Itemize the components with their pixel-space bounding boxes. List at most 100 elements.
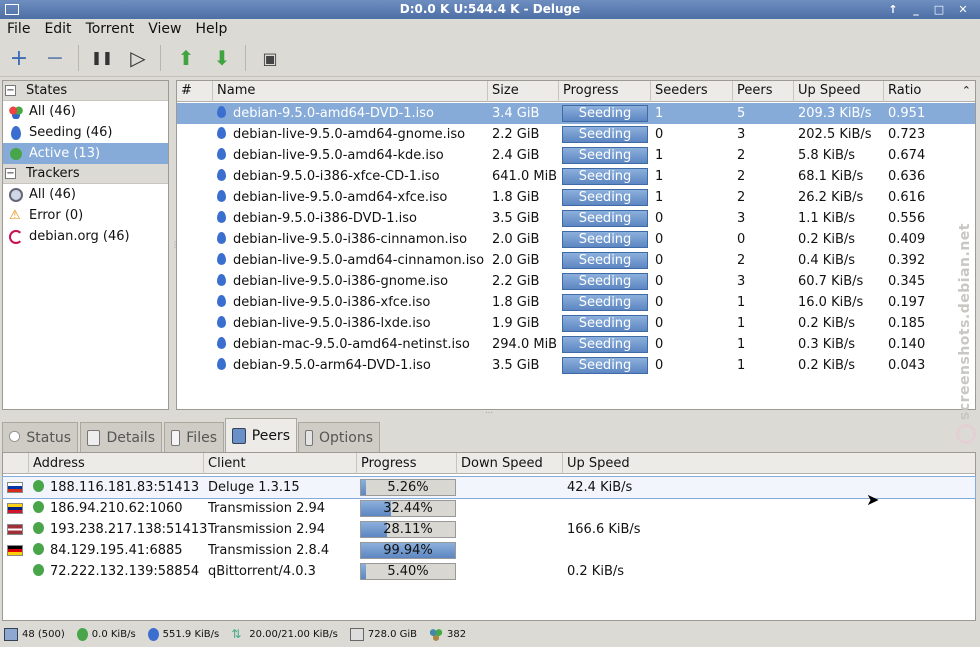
torrent-seeders-cell: 0: [655, 295, 664, 310]
sidebar-item-debian-org[interactable]: debian.org (46): [3, 226, 168, 247]
torrent-row[interactable]: debian-live-9.5.0-amd64-xfce.iso 1.8 GiB S…: [177, 187, 975, 208]
status-free-space[interactable]: 728.0 GiB: [349, 627, 417, 641]
window-up-icon[interactable]: ↑: [885, 2, 901, 17]
mouse-pointer-icon: ➤: [866, 490, 880, 509]
peer-seed-icon: [33, 543, 44, 555]
status-protocol-traffic[interactable]: ⇅ 20.00/21.00 KiB/s: [231, 627, 338, 641]
col-peer-up-speed[interactable]: Up Speed: [563, 453, 975, 474]
peer-seed-icon: [33, 501, 44, 513]
pause-button[interactable]: ❚❚: [89, 45, 115, 71]
sidebar-item-all-trackers[interactable]: All (46): [3, 184, 168, 205]
peer-down-speed-cell: [457, 477, 563, 498]
torrent-row[interactable]: debian-9.5.0-i386-DVD-1.iso 3.5 GiB Seedin…: [177, 208, 975, 229]
torrent-seeders-cell: 1: [655, 190, 664, 205]
upload-icon: [147, 627, 159, 641]
torrent-list: # Name Size Progress Seeders Peers Up Sp…: [176, 80, 976, 410]
col-size[interactable]: Size: [488, 81, 559, 102]
torrent-name: debian-live-9.5.0-amd64-gnome.iso: [233, 127, 466, 142]
resume-button[interactable]: ▷: [125, 45, 151, 71]
col-address[interactable]: Address: [29, 453, 204, 474]
torrent-row[interactable]: debian-mac-9.5.0-amd64-netinst.iso 294.0 …: [177, 334, 975, 355]
torrent-peers-cell: 2: [737, 148, 746, 163]
torrent-row[interactable]: debian-live-9.5.0-i386-lxde.iso 1.9 GiB Se…: [177, 313, 975, 334]
pane-splitter[interactable]: ⋮: [171, 240, 179, 249]
col-queue[interactable]: #: [177, 81, 213, 102]
menu-view[interactable]: View: [141, 21, 188, 37]
pane-splitter[interactable]: ⋯: [483, 409, 495, 417]
tab-peers[interactable]: Peers: [225, 418, 297, 452]
peer-row[interactable]: 84.129.195.41:6885 Transmission 2.8.4 99.9…: [3, 540, 975, 561]
details-icon: [87, 429, 101, 446]
col-progress[interactable]: Progress: [559, 81, 651, 102]
status-connections[interactable]: 48 (500): [4, 627, 65, 641]
minimize-button[interactable]: _: [908, 2, 924, 17]
torrent-row[interactable]: debian-9.5.0-arm64-DVD-1.iso 3.5 GiB Seedi…: [177, 355, 975, 376]
torrent-row[interactable]: debian-live-9.5.0-i386-xfce.iso 1.8 GiB Se…: [177, 292, 975, 313]
maximize-button[interactable]: □: [931, 2, 947, 17]
status-dht-nodes[interactable]: 382: [429, 627, 466, 641]
torrent-seeders-cell: 0: [655, 274, 664, 289]
close-button[interactable]: ✕: [955, 2, 971, 17]
col-ratio[interactable]: Ratio ⌃: [884, 81, 975, 102]
col-flag[interactable]: [3, 453, 29, 474]
queue-down-button[interactable]: ⬇: [209, 45, 235, 71]
menu-torrent[interactable]: Torrent: [79, 21, 142, 37]
status-upload-speed[interactable]: 551.9 KiB/s: [147, 627, 219, 641]
torrent-seeders-cell: 0: [655, 337, 664, 352]
menu-edit[interactable]: Edit: [37, 21, 78, 37]
trackers-header[interactable]: − Trackers: [3, 164, 168, 184]
add-torrent-button[interactable]: +: [6, 45, 32, 71]
col-peers[interactable]: Peers: [733, 81, 794, 102]
col-peer-progress[interactable]: Progress: [357, 453, 457, 474]
peer-row[interactable]: 72.222.132.139:58854 qBittorrent/4.0.3 5.4…: [3, 561, 975, 582]
menu-file[interactable]: File: [0, 21, 37, 37]
country-flag-icon: [7, 482, 23, 493]
tab-files[interactable]: Files: [164, 422, 224, 452]
peer-address: 84.129.195.41:6885: [50, 543, 183, 558]
peers-icon: [232, 427, 246, 444]
status-download-speed[interactable]: 0.0 KiB/s: [76, 627, 136, 641]
torrent-seeders-cell: 0: [655, 358, 664, 373]
torrent-ratio-cell: 0.951: [888, 106, 926, 121]
torrent-up-cell: 202.5 KiB/s: [798, 127, 872, 142]
tab-status[interactable]: Status: [2, 422, 78, 452]
peer-row[interactable]: 193.238.217.138:51413 Transmission 2.94 28…: [3, 519, 975, 540]
torrent-row[interactable]: debian-9.5.0-amd64-DVD-1.iso 3.4 GiB Seedi…: [177, 103, 975, 124]
torrent-row[interactable]: debian-9.5.0-i386-xfce-CD-1.iso 641.0 MiB…: [177, 166, 975, 187]
torrent-row[interactable]: debian-live-9.5.0-amd64-gnome.iso 2.2 GiB…: [177, 124, 975, 145]
remove-torrent-button[interactable]: −: [42, 45, 68, 71]
torrent-size-cell: 3.5 GiB: [492, 358, 540, 373]
sidebar-item-error[interactable]: ⚠ Error (0): [3, 205, 168, 226]
sidebar-item-all-states[interactable]: All (46): [3, 101, 168, 122]
col-name[interactable]: Name: [213, 81, 488, 102]
sidebar-item-seeding[interactable]: Seeding (46): [3, 122, 168, 143]
torrent-name-cell: debian-live-9.5.0-i386-gnome.iso: [213, 271, 488, 292]
torrent-row[interactable]: debian-live-9.5.0-i386-gnome.iso 2.2 GiB S…: [177, 271, 975, 292]
window-menu-icon[interactable]: [5, 4, 19, 15]
lightbulb-icon: [9, 429, 21, 446]
col-down-speed[interactable]: Down Speed: [457, 453, 563, 474]
download-icon: [76, 627, 88, 641]
seeding-icon: [217, 253, 226, 265]
peer-row[interactable]: 186.94.210.62:1060 Transmission 2.94 32.44…: [3, 498, 975, 519]
collapse-icon[interactable]: −: [5, 168, 16, 179]
options-icon: [305, 429, 313, 446]
status-bar: 48 (500) 0.0 KiB/s 551.9 KiB/s ⇅ 20.00/2…: [0, 621, 980, 647]
queue-up-button[interactable]: ⬆: [173, 45, 199, 71]
progress-label: 5.26%: [387, 480, 429, 495]
peer-row[interactable]: 188.116.181.83:51413 Deluge 1.3.15 5.26% 42…: [2, 476, 976, 499]
menu-help[interactable]: Help: [188, 21, 234, 37]
torrent-row[interactable]: debian-live-9.5.0-amd64-cinnamon.iso 2.0 …: [177, 250, 975, 271]
sidebar-item-active[interactable]: Active (13): [3, 143, 168, 164]
torrent-row[interactable]: debian-live-9.5.0-amd64-kde.iso 2.4 GiB Se…: [177, 145, 975, 166]
col-up-speed[interactable]: Up Speed: [794, 81, 884, 102]
tab-details[interactable]: Details: [80, 422, 162, 452]
peer-up-speed-cell: 0.2 KiB/s: [567, 564, 625, 579]
states-header[interactable]: − States: [3, 81, 168, 101]
collapse-icon[interactable]: −: [5, 85, 16, 96]
col-seeders[interactable]: Seeders: [651, 81, 733, 102]
torrent-row[interactable]: debian-live-9.5.0-i386-cinnamon.iso 2.0 G…: [177, 229, 975, 250]
col-client[interactable]: Client: [204, 453, 357, 474]
tab-options[interactable]: Options: [298, 422, 380, 452]
preferences-button[interactable]: ▣: [257, 45, 283, 71]
